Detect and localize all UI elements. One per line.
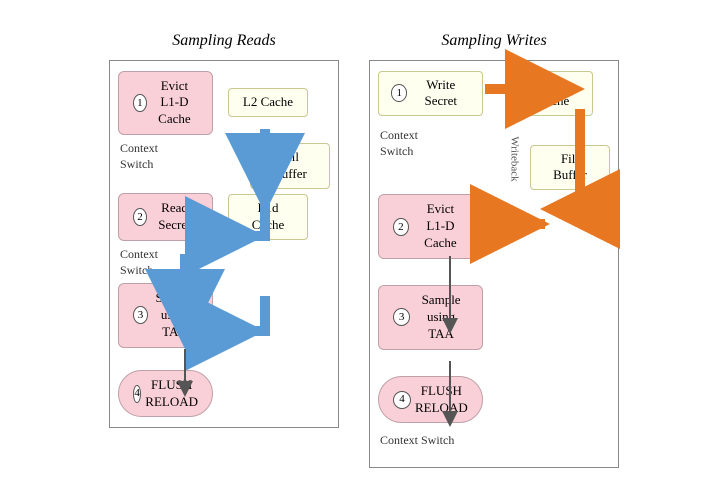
right-step2-num: 2 — [393, 218, 409, 236]
left-step1: 1 EvictL1-D Cache — [118, 71, 213, 136]
right-l1dcache-top: L1-D Cache — [513, 71, 593, 117]
left-step1-label: EvictL1-D Cache — [151, 78, 198, 129]
right-step4-label: FLUSHRELOAD — [415, 383, 468, 417]
left-step4-label: FLUSHRELOAD — [145, 377, 198, 411]
main-container: Sampling Reads — [89, 22, 639, 479]
right-ctx2: Context Switch — [378, 433, 454, 449]
right-step1-num: 1 — [391, 84, 407, 102]
left-fillbuffer-label: Fill Buffer — [273, 149, 307, 181]
left-l2cache: L2 Cache — [228, 88, 308, 117]
right-writeback-label: Writeback — [509, 137, 521, 182]
left-step3-num: 3 — [133, 306, 148, 324]
right-step2-label: EvictL1-D Cache — [413, 201, 468, 252]
right-diagram: Sampling Writes — [369, 32, 619, 469]
right-fillbuffer: Fill Buffer — [530, 145, 610, 191]
right-step3-num: 3 — [393, 308, 410, 326]
right-l1dcache-top-label: L1-D Cache — [537, 77, 569, 109]
left-l2cache-label: L2 Cache — [243, 94, 293, 109]
right-step4-num: 4 — [393, 391, 411, 409]
left-step4-num: 4 — [133, 385, 141, 403]
right-step1-label: Write Secret — [411, 77, 470, 111]
right-fillbuffer-label: Fill Buffer — [553, 151, 587, 183]
right-title: Sampling Writes — [441, 32, 546, 50]
left-step3-label: Sampleusing TAA — [152, 290, 198, 341]
right-step3: 3 Sampleusing TAA — [378, 285, 483, 350]
left-ctx2: ContextSwitch — [118, 247, 158, 278]
right-step2: 2 EvictL1-D Cache — [378, 194, 483, 259]
right-step1: 1 Write Secret — [378, 71, 483, 117]
left-ctx1: ContextSwitch — [118, 141, 178, 172]
left-step1-num: 1 — [133, 94, 147, 112]
left-step2-num: 2 — [133, 208, 147, 226]
right-step3-label: Sampleusing TAA — [414, 292, 468, 343]
left-step2: 2 Read Secret — [118, 193, 213, 241]
left-step2-label: Read Secret — [151, 200, 198, 234]
left-title: Sampling Reads — [172, 32, 276, 50]
left-diagram: Sampling Reads — [109, 32, 339, 429]
left-l1dcache: L1d Cache — [228, 194, 308, 240]
left-step3: 3 Sampleusing TAA — [118, 283, 213, 348]
right-step4: 4 FLUSHRELOAD — [378, 376, 483, 424]
right-ctx1: ContextSwitch — [378, 124, 418, 159]
left-step4: 4 FLUSHRELOAD — [118, 370, 213, 418]
left-l1dcache-label: L1d Cache — [252, 200, 284, 232]
left-fillbuffer: Fill Buffer — [250, 143, 330, 189]
